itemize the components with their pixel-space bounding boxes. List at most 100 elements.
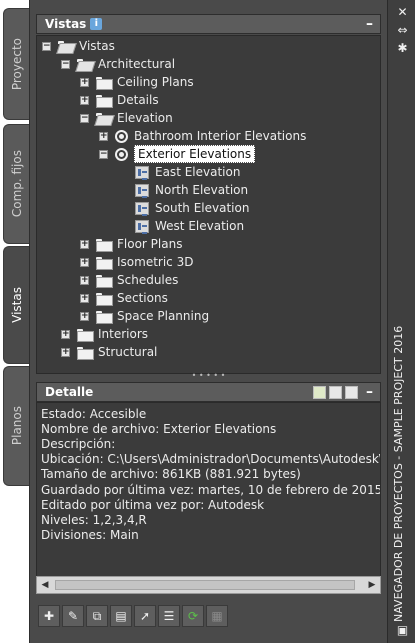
tree-node-label: South Elevation bbox=[155, 201, 250, 215]
palette-icon: ▣ bbox=[396, 623, 409, 637]
collapse-icon[interactable]: − bbox=[99, 149, 108, 159]
tree-node-architectural[interactable]: − Architectural bbox=[61, 55, 175, 73]
close-icon[interactable]: ✕ bbox=[396, 6, 409, 19]
detail-file-name: Nombre de archivo: Exterior Elevations bbox=[41, 422, 277, 436]
detail-horizontal-scrollbar[interactable]: ◀ ▶ bbox=[36, 576, 381, 594]
tree-node-schedules[interactable]: + Schedules bbox=[80, 271, 178, 289]
detail-status: Estado: Accesible bbox=[41, 407, 147, 421]
scroll-left-icon[interactable]: ◀ bbox=[37, 577, 53, 593]
folder-open-icon bbox=[77, 58, 92, 70]
tab-planos[interactable]: Planos bbox=[3, 366, 29, 486]
collapse-icon[interactable]: − bbox=[42, 41, 51, 51]
preview-icon[interactable] bbox=[313, 386, 326, 399]
tree-node-floor-plans[interactable]: + Floor Plans bbox=[80, 235, 182, 253]
tree-node-exterior-elevations[interactable]: − Exterior Elevations bbox=[99, 145, 256, 163]
tree-node-label: Architectural bbox=[98, 57, 176, 71]
tab-label: Vistas bbox=[9, 287, 24, 323]
folder-icon bbox=[96, 274, 113, 288]
elevation-view-icon bbox=[135, 183, 149, 198]
tree-node-elevation[interactable]: − Elevation bbox=[80, 109, 173, 127]
expand-icon[interactable]: + bbox=[80, 275, 89, 285]
tab-comp-fijos[interactable]: Comp. fijos bbox=[3, 124, 29, 244]
views-minimize-button[interactable]: – bbox=[366, 16, 373, 32]
expand-icon[interactable]: + bbox=[99, 131, 108, 141]
folder-open-icon bbox=[58, 40, 73, 52]
tree-node-label: West Elevation bbox=[155, 219, 245, 233]
folder-icon bbox=[77, 346, 94, 360]
tree-node-label: Elevation bbox=[117, 111, 173, 125]
tree-node-east-elevation[interactable]: East Elevation bbox=[135, 163, 240, 181]
scroll-right-icon[interactable]: ▶ bbox=[364, 577, 380, 593]
tree-node-label: Interiors bbox=[98, 327, 149, 341]
properties-icon[interactable]: ☰ bbox=[158, 605, 180, 627]
tree-node-south-elevation[interactable]: South Elevation bbox=[135, 199, 249, 217]
detail-view-buttons bbox=[313, 386, 358, 399]
tab-proyecto[interactable]: Proyecto bbox=[3, 8, 29, 120]
view-set-icon bbox=[115, 129, 128, 143]
expand-icon[interactable]: + bbox=[80, 293, 89, 303]
tree-node-north-elevation[interactable]: North Elevation bbox=[135, 181, 248, 199]
tree-node-space-planning[interactable]: + Space Planning bbox=[80, 307, 209, 325]
palette-title-strip[interactable]: ✕ ⇔ ✱ NAVEGADOR DE PROYECTOS - SAMPLE PR… bbox=[387, 0, 415, 643]
detail-minimize-button[interactable]: – bbox=[366, 384, 373, 400]
expand-icon[interactable]: + bbox=[61, 347, 70, 357]
clipboard-icon[interactable]: ▤ bbox=[110, 605, 132, 627]
auto-hide-icon[interactable]: ⇔ bbox=[396, 24, 409, 37]
tree-node-label: Details bbox=[117, 93, 159, 107]
expand-icon[interactable]: + bbox=[61, 329, 70, 339]
thumbnail-icon[interactable] bbox=[345, 386, 358, 399]
tree-node-structural[interactable]: + Structural bbox=[61, 343, 157, 361]
detail-location: Ubicación: C:\Users\Administrador\Docume… bbox=[41, 452, 381, 466]
tree-node-label: Exterior Elevations bbox=[134, 145, 256, 163]
side-tab-strip: Proyecto Comp. fijos Vistas Planos bbox=[0, 0, 30, 643]
elevation-view-icon bbox=[135, 219, 149, 234]
tree-node-label: Sections bbox=[117, 291, 168, 305]
tree-node-west-elevation[interactable]: West Elevation bbox=[135, 217, 244, 235]
collapse-icon[interactable]: − bbox=[80, 113, 89, 123]
tree-node-sections[interactable]: + Sections bbox=[80, 289, 168, 307]
scrollbar-thumb[interactable] bbox=[55, 580, 355, 590]
tab-vistas[interactable]: Vistas bbox=[3, 246, 29, 364]
tree-node-vistas[interactable]: − Vistas bbox=[42, 37, 115, 55]
panel-splitter-handle[interactable]: • • • • • bbox=[36, 372, 381, 380]
tree-node-ceiling-plans[interactable]: + Ceiling Plans bbox=[80, 73, 194, 91]
refresh-icon[interactable]: ⟳ bbox=[182, 605, 204, 627]
tab-label: Planos bbox=[9, 406, 24, 446]
tree-node-label: Schedules bbox=[117, 273, 179, 287]
folder-icon bbox=[77, 328, 94, 342]
tree-node-bathroom-interior-elevations[interactable]: + Bathroom Interior Elevations bbox=[99, 127, 306, 145]
views-panel-title: Vistas bbox=[45, 17, 87, 31]
detail-panel-header: Detalle – bbox=[36, 382, 381, 402]
detail-last-saved: Guardado por última vez: martes, 10 de f… bbox=[41, 483, 381, 497]
select-view-icon[interactable]: ➚ bbox=[134, 605, 156, 627]
tree-node-label: Bathroom Interior Elevations bbox=[134, 129, 307, 143]
tree-node-label: Structural bbox=[98, 345, 158, 359]
views-panel-header: Vistas i – bbox=[36, 14, 381, 34]
expand-icon[interactable]: + bbox=[80, 77, 89, 87]
detail-file-size: Tamaño de archivo: 861KB (881.921 bytes) bbox=[41, 467, 301, 481]
detail-description: Descripción: bbox=[41, 437, 116, 451]
new-view-icon[interactable]: ✎ bbox=[62, 605, 84, 627]
folder-icon bbox=[96, 292, 113, 306]
expand-icon[interactable]: + bbox=[80, 311, 89, 321]
folder-open-icon bbox=[96, 112, 111, 124]
tree-node-interiors[interactable]: + Interiors bbox=[61, 325, 148, 343]
tree-node-label: Space Planning bbox=[117, 309, 210, 323]
collapse-icon[interactable]: − bbox=[61, 59, 70, 69]
tree-node-isometric-3d[interactable]: + Isometric 3D bbox=[80, 253, 193, 271]
views-tree[interactable]: − Vistas − Architectural + Ceiling Plans… bbox=[36, 35, 381, 374]
tree-node-details[interactable]: + Details bbox=[80, 91, 159, 109]
bottom-toolbar: ✚ ✎ ⧉ ▤ ➚ ☰ ⟳ ▦ bbox=[36, 601, 381, 631]
tree-node-label: Vistas bbox=[79, 39, 115, 53]
detail-list-icon[interactable] bbox=[329, 386, 342, 399]
expand-icon[interactable]: + bbox=[80, 95, 89, 105]
add-view-icon[interactable]: ✚ bbox=[38, 605, 60, 627]
gear-icon[interactable]: ✱ bbox=[396, 42, 409, 55]
folder-icon bbox=[96, 76, 113, 90]
view-set-icon bbox=[115, 147, 128, 161]
expand-icon[interactable]: + bbox=[80, 239, 89, 249]
palette-title: NAVEGADOR DE PROYECTOS - SAMPLE PROJECT … bbox=[392, 325, 405, 622]
expand-icon[interactable]: + bbox=[80, 257, 89, 267]
info-icon[interactable]: i bbox=[90, 18, 103, 30]
copy-view-icon[interactable]: ⧉ bbox=[86, 605, 108, 627]
